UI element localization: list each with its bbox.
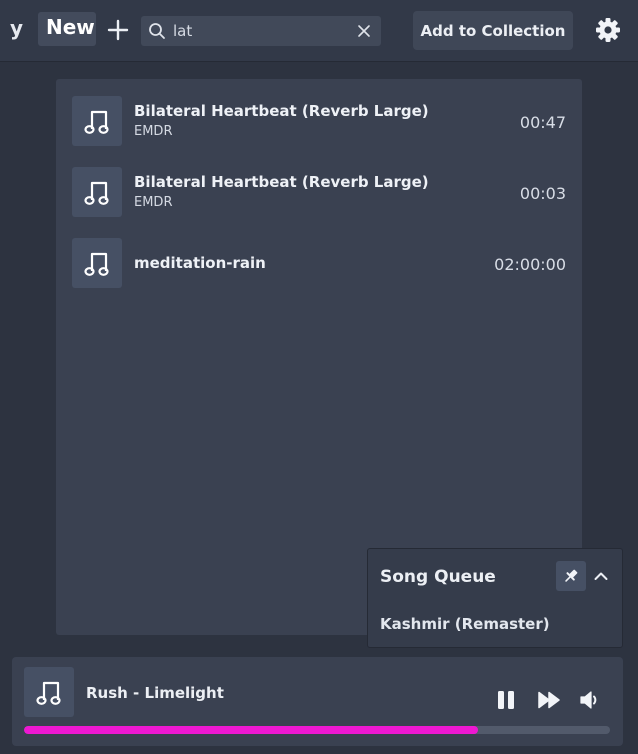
track-title: Bilateral Heartbeat (Reverb Large) bbox=[134, 102, 429, 120]
now-playing-thumbnail bbox=[24, 667, 74, 717]
result-row[interactable]: meditation-rain 02:00:00 bbox=[72, 238, 568, 290]
track-duration: 00:47 bbox=[519, 113, 566, 132]
chevron-up-icon[interactable] bbox=[592, 567, 610, 585]
top-bar: y New Add to Collection bbox=[0, 0, 638, 62]
plus-icon[interactable] bbox=[106, 18, 130, 42]
player-bar: Rush - Limelight bbox=[12, 657, 623, 746]
track-thumbnail bbox=[72, 167, 122, 217]
search-icon bbox=[149, 23, 165, 39]
playback-progress-fill bbox=[24, 726, 479, 734]
track-artist: EMDR bbox=[134, 124, 173, 139]
song-queue-panel: Song Queue Kashmir (Remaster) bbox=[367, 548, 623, 648]
music-note-icon bbox=[84, 110, 109, 134]
track-artist: EMDR bbox=[134, 195, 173, 210]
song-queue-title: Song Queue bbox=[380, 567, 496, 587]
add-to-collection-button[interactable]: Add to Collection bbox=[413, 11, 573, 50]
search-box[interactable] bbox=[141, 16, 381, 46]
tab-new[interactable]: New bbox=[38, 12, 96, 46]
track-title: meditation-rain bbox=[134, 254, 266, 272]
track-duration: 02:00:00 bbox=[494, 255, 566, 274]
search-input[interactable] bbox=[173, 20, 343, 42]
music-note-icon bbox=[36, 681, 61, 705]
pin-icon bbox=[565, 569, 578, 582]
music-note-icon bbox=[84, 181, 109, 205]
track-duration: 00:03 bbox=[519, 184, 566, 203]
gear-icon[interactable] bbox=[594, 16, 622, 44]
track-title: Bilateral Heartbeat (Reverb Large) bbox=[134, 173, 429, 191]
close-icon[interactable] bbox=[357, 24, 371, 38]
queue-item[interactable]: Kashmir (Remaster) bbox=[380, 615, 550, 633]
result-row[interactable]: Bilateral Heartbeat (Reverb Large) EMDR … bbox=[72, 96, 568, 148]
music-note-icon bbox=[84, 252, 109, 276]
pause-icon[interactable] bbox=[494, 688, 518, 712]
track-thumbnail bbox=[72, 238, 122, 288]
result-row[interactable]: Bilateral Heartbeat (Reverb Large) EMDR … bbox=[72, 167, 568, 219]
track-thumbnail bbox=[72, 96, 122, 146]
pin-button[interactable] bbox=[556, 561, 586, 591]
tab-partial[interactable]: y bbox=[10, 16, 23, 40]
playback-progress-bar[interactable] bbox=[24, 726, 610, 734]
volume-icon[interactable] bbox=[578, 688, 602, 712]
now-playing-title: Rush - Limelight bbox=[86, 684, 224, 702]
fast-forward-icon[interactable] bbox=[537, 688, 561, 712]
